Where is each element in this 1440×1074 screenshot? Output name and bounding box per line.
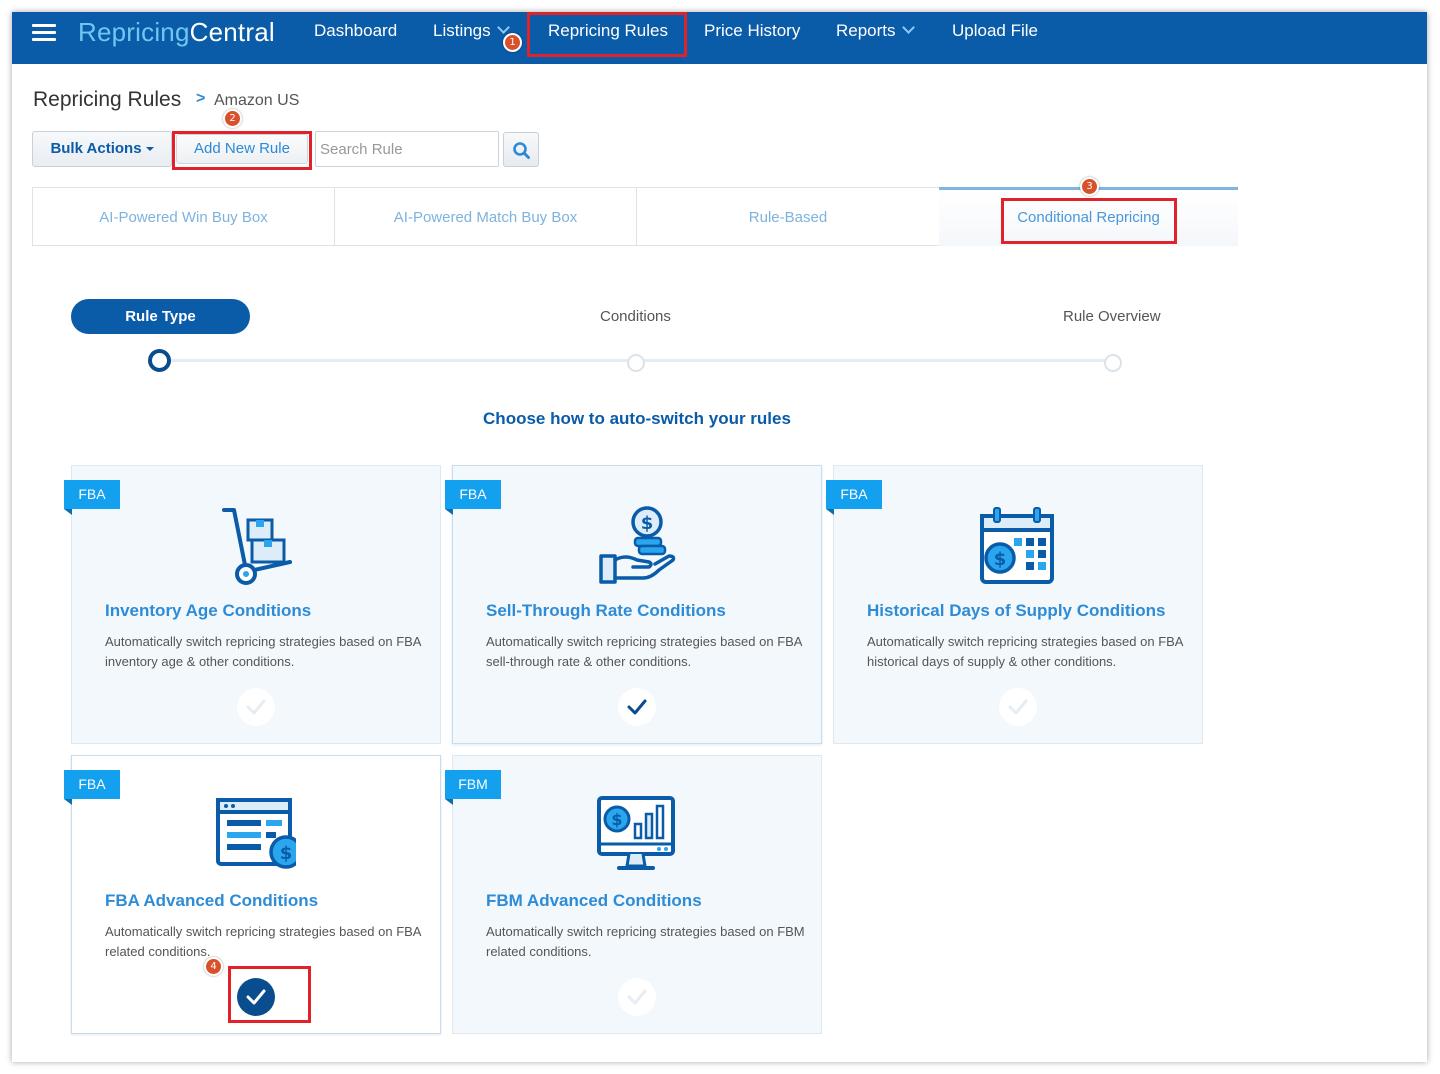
- check-icon: [627, 989, 647, 1005]
- section-heading: Choose how to auto-switch your rules: [483, 409, 791, 428]
- highlight-box-add-rule: [172, 131, 312, 170]
- step-rule-overview[interactable]: Rule Overview: [1063, 308, 1161, 325]
- svg-text:$: $: [994, 549, 1007, 570]
- chevron-down-icon: [901, 21, 915, 34]
- card-title: FBA Advanced Conditions: [105, 891, 319, 910]
- nav-reports[interactable]: Reports: [836, 21, 915, 41]
- search-rule-input[interactable]: [315, 131, 499, 167]
- svg-text:$: $: [280, 843, 293, 864]
- top-nav-bar: RepricingCentral Dashboard Listings Repr…: [12, 12, 1427, 64]
- check-icon: [627, 699, 647, 715]
- brand-logo[interactable]: RepricingCentral: [78, 17, 275, 48]
- fulfillment-badge: FBA: [445, 480, 501, 509]
- app-window: RepricingCentral Dashboard Listings Repr…: [12, 12, 1427, 1062]
- step-marker-4: 4: [204, 957, 223, 976]
- select-check-button[interactable]: [999, 688, 1037, 726]
- card-description: Automatically switch repricing strategie…: [486, 634, 802, 669]
- stepper-dot-rule-type: [148, 349, 171, 372]
- tab-ai-match-buy-box[interactable]: AI-Powered Match Buy Box: [334, 187, 637, 246]
- tab-ai-win-buy-box[interactable]: AI-Powered Win Buy Box: [32, 187, 335, 246]
- step-marker-3: 3: [1080, 177, 1099, 196]
- check-icon: [246, 699, 266, 715]
- highlight-box-fba-advanced-check: [228, 966, 311, 1023]
- caret-down-icon: [145, 147, 154, 151]
- svg-text:$: $: [611, 810, 622, 829]
- hand-coins-icon: $: [597, 504, 677, 588]
- highlight-box-conditional-tab: [1001, 198, 1177, 244]
- fulfillment-badge: FBA: [64, 770, 120, 799]
- stepper-dot-conditions: [627, 354, 645, 372]
- search-button[interactable]: [503, 132, 539, 167]
- tab-rule-based[interactable]: Rule-Based: [636, 187, 940, 246]
- page-title: Repricing Rules: [33, 88, 182, 111]
- breadcrumb-separator-icon: >: [196, 90, 206, 107]
- select-check-button[interactable]: [237, 688, 275, 726]
- monitor-chart-icon: $: [597, 794, 677, 878]
- stepper-dot-rule-overview: [1104, 354, 1122, 372]
- card-title: Inventory Age Conditions: [105, 601, 312, 620]
- card-description: Automatically switch repricing strategie…: [105, 924, 421, 959]
- card-title: Sell-Through Rate Conditions: [486, 601, 726, 620]
- nav-price-history[interactable]: Price History: [704, 21, 800, 41]
- hand-truck-icon: [216, 504, 296, 588]
- check-icon: [1008, 699, 1028, 715]
- bulk-actions-button[interactable]: Bulk Actions: [32, 131, 172, 167]
- card-sell-through-rate[interactable]: FBA $ Sell-Through Rate Conditions Autom…: [445, 465, 822, 744]
- step-marker-1: 1: [503, 33, 522, 52]
- select-check-button[interactable]: [618, 688, 656, 726]
- step-conditions[interactable]: Conditions: [600, 308, 671, 325]
- select-check-button[interactable]: [618, 978, 656, 1016]
- highlight-box-repricing-rules: [527, 12, 687, 57]
- fulfillment-badge: FBA: [64, 480, 120, 509]
- fulfillment-badge: FBA: [826, 480, 882, 509]
- calendar-dollar-icon: $: [978, 504, 1058, 588]
- step-rule-type[interactable]: Rule Type: [71, 299, 250, 334]
- nav-listings[interactable]: Listings: [433, 21, 510, 41]
- search-icon: [513, 142, 530, 159]
- list-dollar-icon: $: [216, 794, 303, 878]
- card-description: Automatically switch repricing strategie…: [486, 924, 805, 959]
- card-description: Automatically switch repricing strategie…: [867, 634, 1183, 669]
- card-description: Automatically switch repricing strategie…: [105, 634, 421, 669]
- card-inventory-age[interactable]: FBA Inventory Age Conditions Automatical…: [64, 465, 441, 744]
- fulfillment-badge: FBM: [445, 770, 501, 799]
- card-title: FBM Advanced Conditions: [486, 891, 702, 910]
- nav-dashboard[interactable]: Dashboard: [314, 21, 397, 41]
- card-title: Historical Days of Supply Conditions: [867, 601, 1166, 620]
- card-fbm-advanced[interactable]: FBM $ FBM Advanced Conditions Automatica…: [445, 755, 822, 1034]
- nav-upload-file[interactable]: Upload File: [952, 21, 1038, 41]
- chevron-down-icon: [496, 21, 510, 34]
- svg-text:$: $: [641, 513, 654, 534]
- step-marker-2: 2: [223, 109, 242, 128]
- card-historical-days-of-supply[interactable]: FBA $ Historical Days of Supply Conditio…: [826, 465, 1203, 744]
- menu-icon[interactable]: [32, 24, 56, 42]
- breadcrumb-marketplace[interactable]: Amazon US: [214, 92, 299, 110]
